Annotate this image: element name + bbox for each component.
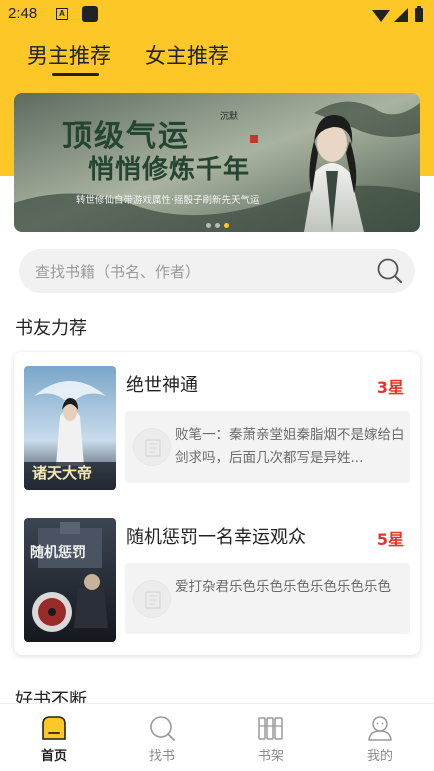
nav-home-label: 首页 bbox=[40, 749, 67, 764]
book-comment[interactable]: 败笔一：秦萧亲堂姐秦脂烟不是嫁给白剑求吗，后面几次都写是异姓... bbox=[125, 411, 410, 483]
book-cover[interactable]: 诸天大帝 bbox=[24, 366, 116, 490]
promo-banner[interactable]: 顶级气运 悄悄修炼千年 沉默 转世修仙自带游戏属性·摇骰子刷新先天气运 bbox=[14, 93, 420, 232]
bookshelf-icon bbox=[258, 717, 283, 740]
status-time: 2:48 bbox=[8, 5, 38, 22]
banner-dot bbox=[215, 223, 220, 228]
book-item[interactable]: 随机惩罚 随机惩罚一名幸运观众 5星 爱打杂君乐色乐色乐色乐色乐色乐色 bbox=[24, 518, 410, 643]
nav-bookshelf-label: 书架 bbox=[257, 749, 284, 764]
banner-author-tag: 沉默 bbox=[220, 112, 239, 122]
banner-title-line2: 悄悄修炼千年 bbox=[88, 155, 251, 185]
banner-tagline: 转世修仙自带游戏属性·摇骰子刷新先天气运 bbox=[76, 195, 260, 206]
comment-text: 爱打杂君乐色乐色乐色乐色乐色乐色 bbox=[175, 579, 391, 595]
book-cover[interactable]: 随机惩罚 bbox=[24, 518, 116, 642]
book-comment[interactable]: 爱打杂君乐色乐色乐色乐色乐色乐色 bbox=[125, 563, 410, 634]
search-placeholder: 查找书籍（书名、作者） bbox=[35, 263, 201, 281]
nav-find-books-label: 找书 bbox=[148, 749, 175, 764]
book-title[interactable]: 随机惩罚一名幸运观众 bbox=[126, 523, 306, 549]
book-cover-art bbox=[24, 518, 116, 642]
section-title-recommend: 书友力荐 bbox=[15, 318, 87, 339]
avatar bbox=[133, 428, 171, 466]
home-icon bbox=[42, 716, 66, 740]
nav-profile[interactable]: 我的 bbox=[340, 704, 420, 771]
book-title[interactable]: 绝世神通 bbox=[126, 371, 198, 397]
book-rating: 5星 bbox=[376, 530, 404, 549]
book-cover-title: 诸天大帝 bbox=[32, 464, 93, 482]
nav-home[interactable]: 首页 bbox=[14, 704, 94, 771]
search-icon bbox=[150, 716, 175, 741]
notification-icon: A bbox=[56, 8, 68, 20]
recommend-card: 诸天大帝 绝世神通 3星 败笔一：秦萧亲堂姐秦脂烟不是嫁给白剑求吗，后面几次都写… bbox=[14, 352, 420, 655]
profile-icon bbox=[368, 716, 392, 741]
search-bar[interactable]: 查找书籍（书名、作者） bbox=[19, 249, 415, 293]
nav-profile-label: 我的 bbox=[366, 749, 393, 764]
bottom-navigation: 首页 找书 书架 我的 bbox=[0, 703, 434, 771]
tab-female-recommend[interactable]: 女主推荐 bbox=[145, 40, 229, 70]
app-notification-icon bbox=[82, 6, 98, 22]
nav-find-books[interactable]: 找书 bbox=[122, 704, 202, 771]
book-item[interactable]: 诸天大帝 绝世神通 3星 败笔一：秦萧亲堂姐秦脂烟不是嫁给白剑求吗，后面几次都写… bbox=[24, 366, 410, 491]
status-bar: 2:48 A bbox=[0, 0, 434, 30]
system-status-icons bbox=[372, 6, 423, 22]
placeholder-book-icon bbox=[145, 591, 161, 609]
placeholder-book-icon bbox=[145, 439, 161, 457]
book-cover-title: 随机惩罚 bbox=[30, 545, 86, 561]
nav-bookshelf[interactable]: 书架 bbox=[231, 704, 311, 771]
active-tab-indicator bbox=[52, 73, 99, 76]
search-icon[interactable] bbox=[376, 257, 404, 285]
tab-male-recommend[interactable]: 男主推荐 bbox=[27, 40, 111, 70]
banner-dot-active bbox=[224, 223, 229, 228]
comment-text: 败笔一：秦萧亲堂姐秦脂烟不是嫁给白剑求吗，后面几次都写是异姓... bbox=[175, 427, 405, 466]
book-rating: 3星 bbox=[376, 378, 404, 397]
banner-dot bbox=[206, 223, 211, 228]
avatar bbox=[133, 580, 171, 618]
